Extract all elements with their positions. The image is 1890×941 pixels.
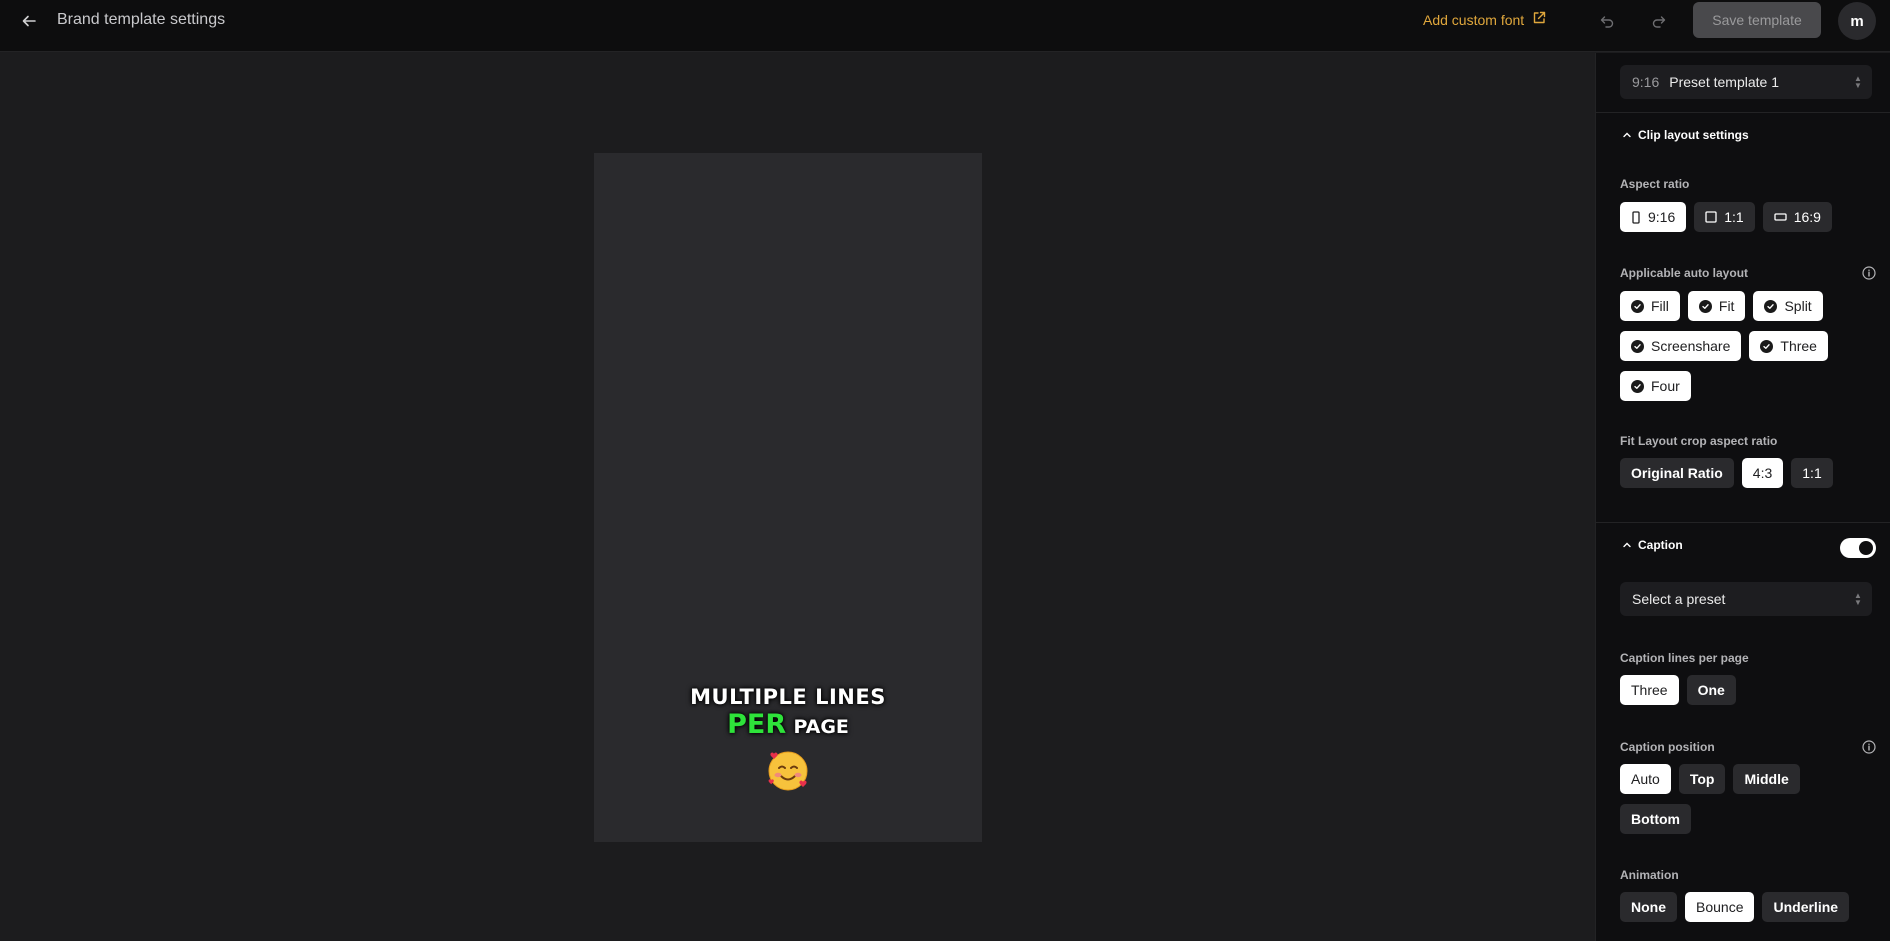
check-circle-icon xyxy=(1764,299,1778,313)
portrait-icon xyxy=(1632,210,1640,224)
template-ratio: 9:16 xyxy=(1632,74,1660,90)
auto-layout-split-button[interactable]: Split xyxy=(1753,291,1823,321)
template-name: Preset template 1 xyxy=(1669,74,1779,90)
aspect-ratio-label: Aspect ratio xyxy=(1620,177,1690,191)
add-custom-font-label: Add custom font xyxy=(1423,12,1525,28)
caption-lines-one-button[interactable]: One xyxy=(1686,675,1736,705)
caption-line-2: PER PAGE xyxy=(594,710,982,742)
animation-label: Animation xyxy=(1620,868,1679,882)
save-template-button[interactable]: Save template xyxy=(1693,2,1821,38)
aspect-1-1-button[interactable]: 1:1 xyxy=(1694,202,1755,232)
add-custom-font-link[interactable]: Add custom font xyxy=(1423,10,1546,30)
redo-icon[interactable] xyxy=(1648,10,1670,32)
position-middle-button[interactable]: Middle xyxy=(1733,764,1800,794)
auto-layout-label: Four xyxy=(1651,378,1680,394)
toggle-knob xyxy=(1859,541,1873,555)
info-icon[interactable] xyxy=(1862,740,1876,754)
auto-layout-label: Split xyxy=(1784,298,1812,314)
clip-layout-title: Clip layout settings xyxy=(1638,128,1749,142)
auto-layout-row-3: Four xyxy=(1620,371,1691,401)
clip-layout-section-toggle[interactable]: Clip layout settings xyxy=(1622,128,1749,142)
chevron-up-icon xyxy=(1623,542,1631,548)
check-circle-icon xyxy=(1698,299,1712,313)
animation-underline-button[interactable]: Underline xyxy=(1762,892,1850,922)
position-bottom-button[interactable]: Bottom xyxy=(1620,804,1691,834)
template-select[interactable]: 9:16 Preset template 1 ▲ ▼ xyxy=(1620,65,1872,99)
square-icon xyxy=(1705,211,1717,223)
auto-layout-fit-button[interactable]: Fit xyxy=(1687,291,1746,321)
top-bar: Brand template settings Add custom font … xyxy=(0,0,1890,52)
aspect-ratio-options: 9:16 1:1 16:9 xyxy=(1620,202,1832,232)
position-top-button[interactable]: Top xyxy=(1678,764,1726,794)
aspect-16-9-label: 16:9 xyxy=(1793,209,1821,225)
aspect-9-16-button[interactable]: 9:16 xyxy=(1620,202,1687,232)
auto-layout-fill-button[interactable]: Fill xyxy=(1620,291,1680,321)
back-arrow-icon[interactable] xyxy=(18,10,40,32)
settings-panel: 9:16 Preset template 1 ▲ ▼ Clip layout se… xyxy=(1595,53,1890,941)
aspect-1-1-label: 1:1 xyxy=(1724,209,1744,225)
info-icon[interactable] xyxy=(1862,266,1876,280)
caption-lines-options: Three One xyxy=(1620,675,1736,705)
auto-layout-label: Screenshare xyxy=(1651,338,1731,354)
fit-crop-options: Original Ratio 4:3 1:1 xyxy=(1620,458,1833,488)
user-avatar[interactable]: m xyxy=(1838,2,1876,40)
caption-position-row-1: Auto Top Middle xyxy=(1620,764,1800,794)
chevron-up-icon xyxy=(1623,132,1631,138)
caption-position-label: Caption position xyxy=(1620,740,1715,754)
caption-lines-label: Caption lines per page xyxy=(1620,651,1749,665)
position-auto-button[interactable]: Auto xyxy=(1620,764,1671,794)
caption-lines-three-button[interactable]: Three xyxy=(1620,675,1679,705)
caption-preview: MULTIPLE LINES PER PAGE xyxy=(594,684,982,798)
aspect-9-16-label: 9:16 xyxy=(1648,209,1676,225)
auto-layout-three-button[interactable]: Three xyxy=(1749,331,1828,361)
auto-layout-label: Three xyxy=(1780,338,1817,354)
auto-layout-label: Fit xyxy=(1718,298,1735,314)
auto-layout-four-button[interactable]: Four xyxy=(1620,371,1691,401)
auto-layout-row-1: Fill Fit Split xyxy=(1620,291,1823,321)
auto-layout-screenshare-button[interactable]: Screenshare xyxy=(1620,331,1742,361)
caption-preset-placeholder: Select a preset xyxy=(1632,591,1726,607)
caption-position-row-2: Bottom xyxy=(1620,804,1691,834)
caption-section-toggle[interactable]: Caption xyxy=(1622,538,1683,552)
canvas-area: MULTIPLE LINES PER PAGE xyxy=(0,53,1595,941)
page-title: Brand template settings xyxy=(57,11,226,28)
check-circle-icon xyxy=(1631,339,1644,353)
caption-preset-select[interactable]: Select a preset ▲ ▼ xyxy=(1620,582,1872,616)
aspect-16-9-button[interactable]: 16:9 xyxy=(1762,202,1832,232)
auto-layout-label: Applicable auto layout xyxy=(1620,266,1749,280)
divider xyxy=(1596,522,1890,523)
divider xyxy=(1596,112,1890,113)
animation-bounce-button[interactable]: Bounce xyxy=(1685,892,1755,922)
animation-options: None Bounce Underline xyxy=(1620,892,1850,922)
check-circle-icon xyxy=(1760,339,1774,353)
caption-title: Caption xyxy=(1638,538,1683,552)
chevron-up-down-icon: ▲ ▼ xyxy=(1854,74,1862,90)
check-circle-icon xyxy=(1631,299,1644,313)
external-link-icon xyxy=(1532,10,1546,30)
landscape-icon xyxy=(1774,213,1787,221)
caption-toggle-switch[interactable] xyxy=(1840,538,1876,558)
check-circle-icon xyxy=(1631,379,1644,393)
caption-highlight-word: PER xyxy=(727,709,787,740)
crop-4-3-button[interactable]: 4:3 xyxy=(1741,458,1784,488)
smiling-face-hearts-emoji-icon xyxy=(765,748,811,794)
auto-layout-row-2: Screenshare Three xyxy=(1620,331,1828,361)
caption-line-1: MULTIPLE LINES xyxy=(690,685,886,709)
animation-none-button[interactable]: None xyxy=(1620,892,1677,922)
chevron-up-down-icon: ▲ ▼ xyxy=(1854,591,1862,607)
crop-original-ratio-button[interactable]: Original Ratio xyxy=(1620,458,1734,488)
undo-icon[interactable] xyxy=(1596,10,1618,32)
caption-word: PAGE xyxy=(793,716,849,738)
crop-1-1-button[interactable]: 1:1 xyxy=(1791,458,1833,488)
auto-layout-label: Fill xyxy=(1651,298,1669,314)
video-preview: MULTIPLE LINES PER PAGE xyxy=(594,153,982,842)
fit-crop-label: Fit Layout crop aspect ratio xyxy=(1620,434,1778,448)
